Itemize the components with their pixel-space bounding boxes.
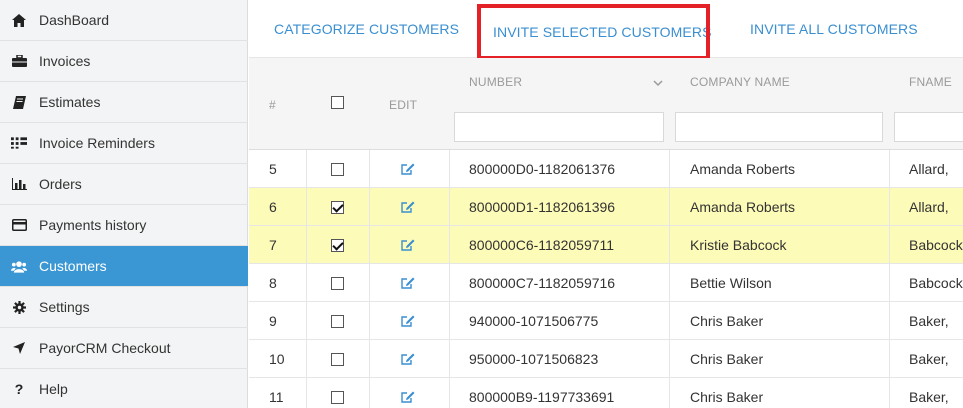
- home-icon: [11, 12, 27, 28]
- row-fname: Baker,: [909, 313, 949, 329]
- row-select-checkbox[interactable]: [331, 200, 344, 214]
- header-number[interactable]: NUMBER: [469, 75, 522, 89]
- row-number: 800000D1-1182061396: [469, 199, 616, 215]
- table-row[interactable]: 10 950000-1071506823 Chris Baker Baker,: [249, 340, 963, 378]
- row-number: 800000B9-1197733691: [469, 389, 615, 405]
- row-index: 8: [269, 275, 277, 291]
- sidebar-item-invoice-reminders[interactable]: Invoice Reminders: [0, 123, 248, 164]
- chevron-down-icon[interactable]: [653, 74, 663, 92]
- row-fname: Baker,: [909, 351, 949, 367]
- row-number: 800000C6-1182059711: [469, 237, 615, 253]
- row-fname: Allard,: [909, 199, 949, 215]
- sidebar-item-payorcrm-checkout[interactable]: PayorCRM Checkout: [0, 328, 248, 369]
- edit-icon[interactable]: [401, 226, 415, 264]
- table-header: # EDIT NUMBER COMPANY NAME FNAME: [249, 58, 963, 150]
- location-arrow-icon: [11, 340, 27, 356]
- sidebar-item-label: Estimates: [39, 94, 101, 110]
- table-row[interactable]: 5 800000D0-1182061376 Amanda Roberts Allard…: [249, 150, 963, 188]
- credit-card-icon: [11, 217, 27, 233]
- sidebar-item-label: Invoices: [39, 53, 91, 69]
- table-row[interactable]: 9 940000-1071506775 Chris Baker Baker,: [249, 302, 963, 340]
- edit-icon[interactable]: [401, 302, 415, 340]
- row-index: 7: [269, 237, 277, 253]
- table-row[interactable]: 8 800000C7-1182059716 Bettie Wilson Babcock: [249, 264, 963, 302]
- edit-icon[interactable]: [401, 188, 415, 226]
- row-index: 9: [269, 313, 277, 329]
- sidebar-item-help[interactable]: ? Help: [0, 369, 248, 408]
- sidebar-item-label: DashBoard: [39, 12, 110, 28]
- sidebar-item-label: Help: [39, 381, 68, 397]
- row-select-checkbox[interactable]: [331, 162, 344, 176]
- sidebar-item-settings[interactable]: Settings: [0, 287, 248, 328]
- briefcase-icon: [11, 53, 27, 69]
- row-index: 6: [269, 199, 277, 215]
- header-edit: EDIT: [389, 98, 418, 112]
- bar-chart-icon: [11, 176, 27, 192]
- sidebar-item-invoices[interactable]: Invoices: [0, 41, 248, 82]
- header-fname[interactable]: FNAME: [909, 75, 952, 89]
- row-select-checkbox[interactable]: [331, 238, 344, 252]
- row-select-checkbox[interactable]: [331, 390, 344, 404]
- row-index: 11: [269, 389, 284, 405]
- row-fname: Babcock: [909, 275, 963, 291]
- question-icon: ?: [14, 381, 24, 397]
- sidebar-item-label: Payments history: [39, 217, 147, 233]
- row-select-checkbox[interactable]: [331, 352, 344, 366]
- row-number: 800000C7-1182059716: [469, 275, 616, 291]
- row-number: 950000-1071506823: [469, 351, 599, 367]
- row-company-name: Kristie Babcock: [690, 237, 787, 253]
- customers-toolbar: CATEGORIZE CUSTOMERS INVITE SELECTED CUS…: [249, 0, 963, 60]
- row-company-name: Chris Baker: [690, 389, 764, 405]
- row-fname: Allard,: [909, 161, 949, 177]
- row-number: 800000D0-1182061376: [469, 161, 616, 177]
- row-select-checkbox[interactable]: [331, 314, 344, 328]
- table-row[interactable]: 7 800000C6-1182059711 Kristie Babcock Babco…: [249, 226, 963, 264]
- book-icon: [11, 94, 27, 110]
- sidebar-item-label: Invoice Reminders: [39, 135, 155, 151]
- row-number: 940000-1071506775: [469, 313, 599, 329]
- sidebar-item-orders[interactable]: Orders: [0, 164, 248, 205]
- header-company-name[interactable]: COMPANY NAME: [690, 75, 790, 89]
- company-name-filter-input[interactable]: [675, 112, 883, 142]
- table-row[interactable]: 6 800000D1-1182061396 Amanda Roberts Allard…: [249, 188, 963, 226]
- invite-all-customers-button[interactable]: INVITE ALL CUSTOMERS: [750, 0, 918, 58]
- row-fname: Babcock: [909, 237, 963, 253]
- sidebar-item-payments-history[interactable]: Payments history: [0, 205, 248, 246]
- gear-icon: [11, 299, 27, 315]
- row-company-name: Chris Baker: [690, 351, 764, 367]
- sidebar-item-customers[interactable]: Customers: [0, 246, 248, 287]
- edit-icon[interactable]: [401, 378, 415, 408]
- categorize-customers-button[interactable]: CATEGORIZE CUSTOMERS: [274, 0, 459, 58]
- sidebar-item-label: Orders: [39, 176, 82, 192]
- sidebar-item-dashboard[interactable]: DashBoard: [0, 0, 248, 41]
- row-company-name: Amanda Roberts: [690, 161, 796, 177]
- edit-icon[interactable]: [401, 150, 415, 188]
- header-index: #: [269, 98, 276, 112]
- sidebar-item-label: Customers: [39, 258, 107, 274]
- row-select-checkbox[interactable]: [331, 276, 344, 290]
- row-company-name: Bettie Wilson: [690, 275, 772, 291]
- sidebar-item-label: PayorCRM Checkout: [39, 340, 171, 356]
- users-icon: [11, 258, 27, 274]
- row-index: 5: [269, 161, 277, 177]
- sidebar-item-estimates[interactable]: Estimates: [0, 82, 248, 123]
- grid-list-icon: [11, 135, 27, 151]
- invite-selected-customers-button[interactable]: INVITE SELECTED CUSTOMERS: [477, 4, 711, 60]
- sidebar-item-label: Settings: [39, 299, 90, 315]
- edit-icon[interactable]: [401, 264, 415, 302]
- number-filter-input[interactable]: [454, 112, 664, 142]
- select-all-checkbox[interactable]: [331, 96, 344, 109]
- fname-filter-input[interactable]: [894, 112, 963, 142]
- row-fname: Baker,: [909, 389, 949, 405]
- sidebar: DashBoard Invoices Estimates Invoice Rem…: [0, 0, 248, 408]
- edit-icon[interactable]: [401, 340, 415, 378]
- table-row[interactable]: 11 800000B9-1197733691 Chris Baker Baker,: [249, 378, 963, 408]
- row-company-name: Amanda Roberts: [690, 199, 796, 215]
- row-company-name: Chris Baker: [690, 313, 764, 329]
- row-index: 10: [269, 351, 285, 367]
